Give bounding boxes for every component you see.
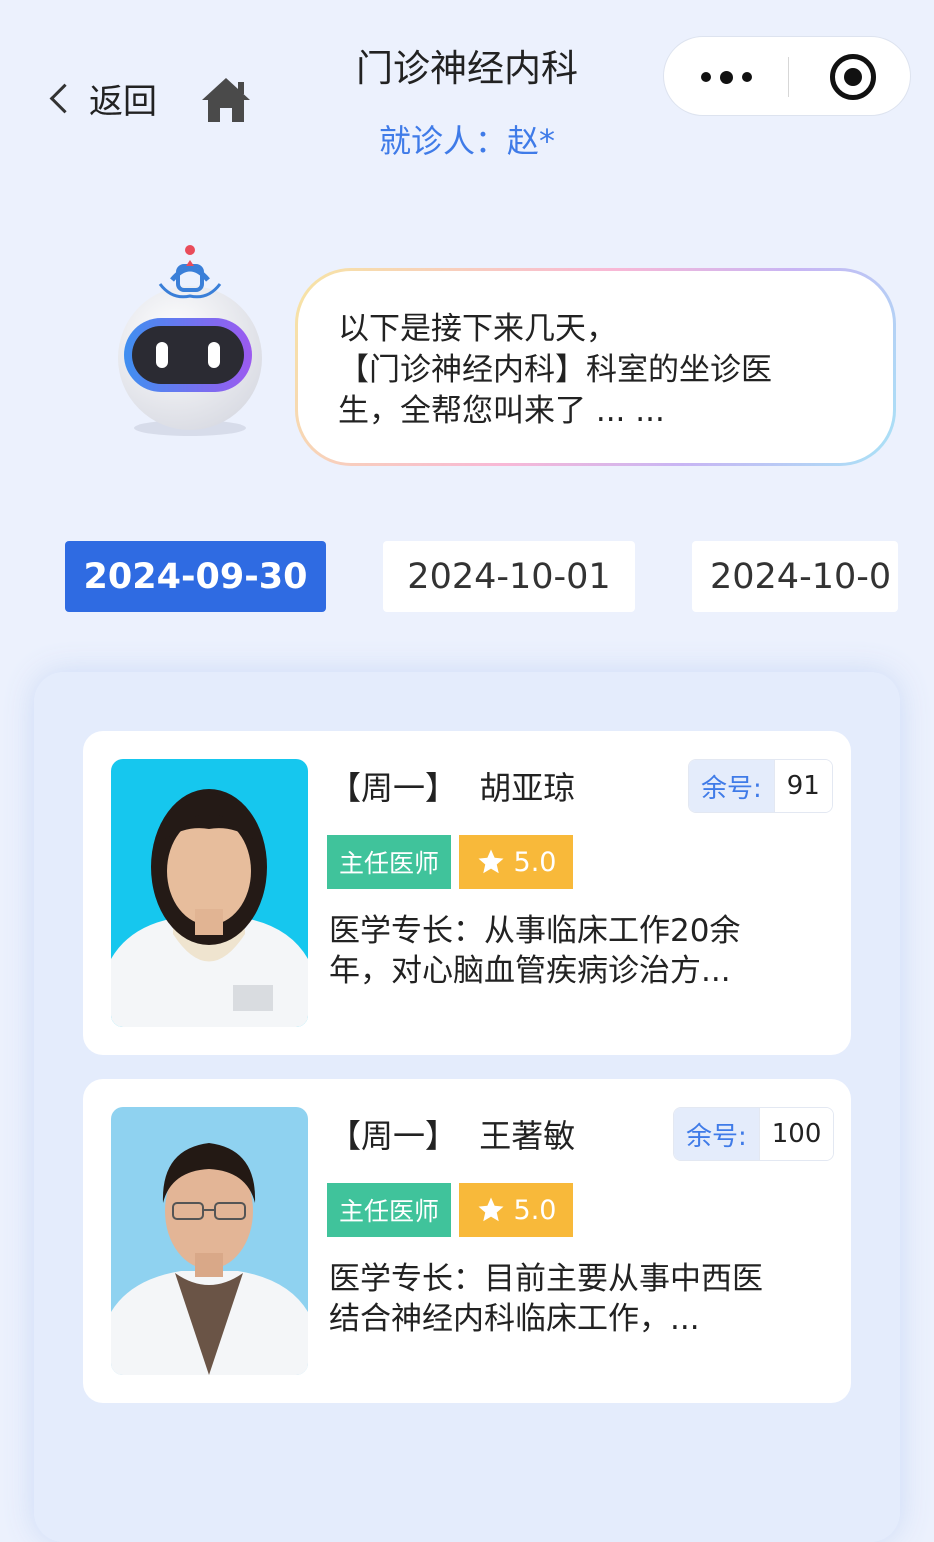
doctor-photo bbox=[111, 759, 308, 1027]
message-line: 生，全帮您叫来了 ... ... bbox=[338, 393, 665, 429]
message-line: 【门诊神经内科】科室的坐诊医 bbox=[338, 352, 772, 388]
remaining-slots: 余号: 100 bbox=[673, 1107, 835, 1161]
rating-value: 5.0 bbox=[513, 1194, 557, 1226]
rating-value: 5.0 bbox=[513, 846, 557, 878]
doctor-card[interactable]: 【周一】 胡亚琼 余号: 91 主任医师 5.0 医学专长：从事临床工作20余年… bbox=[83, 731, 851, 1055]
remaining-value: 100 bbox=[758, 1108, 834, 1160]
mini-program-capsule bbox=[663, 36, 911, 116]
doctor-card[interactable]: 【周一】 王著敏 余号: 100 主任医师 5.0 医学专长：目前主要从事中西医… bbox=[83, 1079, 851, 1403]
remaining-value: 91 bbox=[773, 760, 832, 812]
rating-badge: 5.0 bbox=[459, 1183, 573, 1237]
patient-name: 就诊人：赵* bbox=[378, 122, 555, 160]
remaining-label: 余号: bbox=[674, 1108, 759, 1160]
doctor-name-text: 胡亚琼 bbox=[479, 769, 576, 807]
remaining-slots: 余号: 91 bbox=[688, 759, 833, 813]
date-tab[interactable]: 2024-10-0 bbox=[692, 541, 898, 612]
doctor-name: 【周一】 王著敏 bbox=[329, 1111, 575, 1157]
doctor-name-text: 王著敏 bbox=[479, 1117, 576, 1155]
more-icon[interactable] bbox=[664, 37, 788, 117]
title-badge: 主任医师 bbox=[327, 835, 451, 889]
date-tab[interactable]: 2024-10-01 bbox=[383, 541, 635, 612]
weekday-label: 【周一】 bbox=[329, 769, 458, 807]
rating-badge: 5.0 bbox=[459, 835, 573, 889]
weekday-label: 【周一】 bbox=[329, 1117, 458, 1155]
title-badge: 主任医师 bbox=[327, 1183, 451, 1237]
close-icon[interactable] bbox=[830, 54, 876, 100]
date-tab-selected[interactable]: 2024-09-30 bbox=[65, 541, 326, 612]
robot-avatar bbox=[118, 245, 262, 436]
capsule-divider bbox=[788, 57, 789, 97]
doctor-specialty: 医学专长：目前主要从事中西医结合神经内科临床工作，... bbox=[329, 1261, 763, 1337]
doctor-photo bbox=[111, 1107, 308, 1375]
doctor-name: 【周一】 胡亚琼 bbox=[329, 763, 575, 809]
remaining-label: 余号: bbox=[689, 760, 774, 812]
assistant-message-bubble: 以下是接下来几天， 【门诊神经内科】科室的坐诊医 生，全帮您叫来了 ... ..… bbox=[295, 268, 896, 466]
hospital-logo-icon bbox=[158, 245, 222, 299]
star-icon bbox=[478, 849, 504, 874]
doctor-specialty: 医学专长：从事临床工作20余年，对心脑血管疾病诊治方... bbox=[329, 913, 741, 989]
message-line: 以下是接下来几天， bbox=[338, 311, 617, 347]
star-icon bbox=[478, 1197, 504, 1222]
